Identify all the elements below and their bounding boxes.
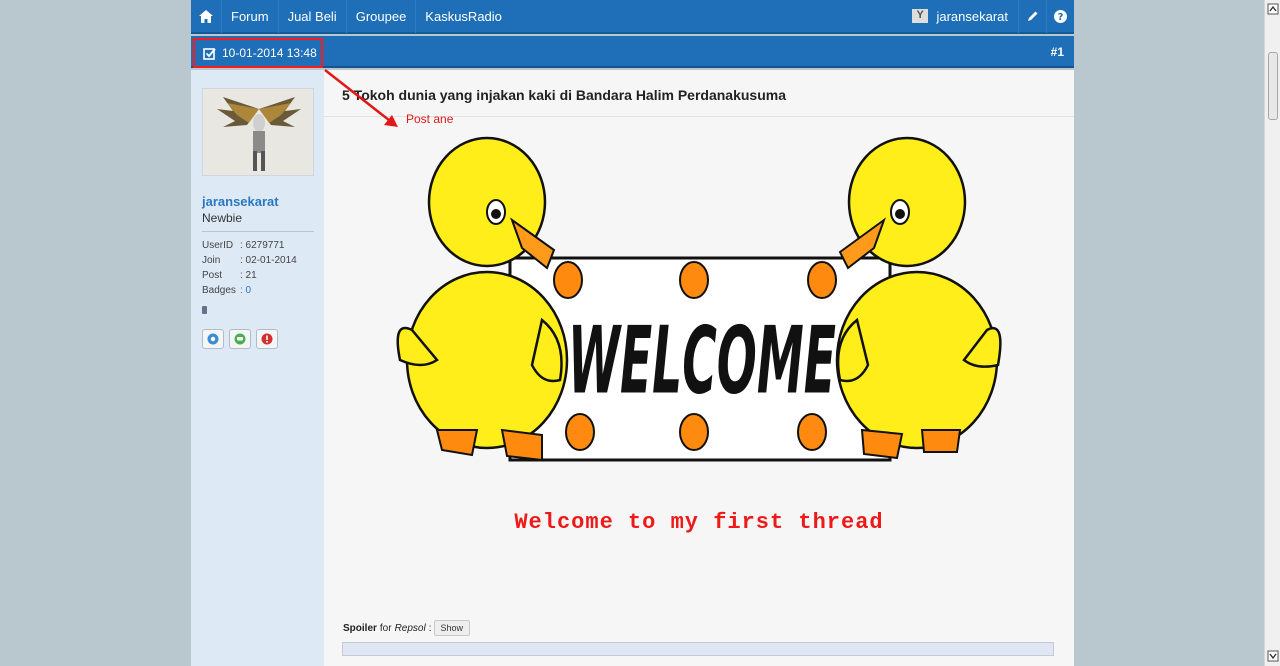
sidebar-divider xyxy=(202,231,314,232)
stat-value: : 6279771 xyxy=(240,240,285,251)
post-header: 10-01-2014 13:48 #1 xyxy=(191,36,1074,68)
nav-right: jaransekarat ? xyxy=(902,0,1074,33)
stat-value: : 02-01-2014 xyxy=(240,255,297,266)
top-nav: Forum Jual Beli Groupee KaskusRadio jara… xyxy=(191,0,1074,34)
stat-label: Post xyxy=(202,270,223,281)
author-username[interactable]: jaransekarat xyxy=(202,194,279,209)
nav-username: jaransekarat xyxy=(936,8,1008,24)
view-profile-button[interactable] xyxy=(202,329,224,349)
user-menu[interactable]: jaransekarat xyxy=(902,0,1018,33)
stat-post: Post : 21 xyxy=(202,268,297,283)
welcome-banner-text: WELCOME xyxy=(568,306,836,414)
checkbox-icon xyxy=(203,47,216,60)
badges-link[interactable]: : 0 xyxy=(240,283,251,298)
stat-label: UserID xyxy=(202,240,234,251)
welcome-message: Welcome to my first thread xyxy=(514,510,884,535)
vertical-scrollbar[interactable] xyxy=(1264,0,1280,666)
author-stats: UserID : 6279771 Join : 02-01-2014 Post … xyxy=(202,238,297,298)
stat-badges: Badges : 0 xyxy=(202,283,297,298)
alert-icon xyxy=(261,333,273,345)
nav-jual-beli[interactable]: Jual Beli xyxy=(277,0,346,33)
svg-text:?: ? xyxy=(1058,12,1064,23)
spoiler-show-button[interactable]: Show xyxy=(433,620,471,636)
reputation-bar xyxy=(202,306,207,314)
stat-join: Join : 02-01-2014 xyxy=(202,253,297,268)
nav-kaskusradio[interactable]: KaskusRadio xyxy=(415,0,511,33)
scroll-up-icon[interactable] xyxy=(1267,3,1279,15)
spoiler-label: Spoiler xyxy=(343,622,377,634)
spoiler-for-text: for xyxy=(379,622,392,634)
scrollbar-thumb[interactable] xyxy=(1268,52,1278,120)
user-avatar-icon xyxy=(912,9,929,23)
post-content: 5 Tokoh dunia yang injakan kaki di Banda… xyxy=(324,70,1074,666)
report-button[interactable] xyxy=(256,329,278,349)
nav-groupee[interactable]: Groupee xyxy=(345,0,416,33)
post-date-highlight: 10-01-2014 13:48 xyxy=(193,38,323,68)
nav-forum[interactable]: Forum xyxy=(221,0,278,33)
stat-value: : 21 xyxy=(240,270,257,281)
spoiler-header: Spoiler for Repsol: Show xyxy=(343,620,471,636)
welcome-image: WELCOME xyxy=(396,136,1002,462)
stat-userid: UserID : 6279771 xyxy=(202,238,297,253)
eye-icon xyxy=(207,333,219,345)
post-date: 10-01-2014 13:48 xyxy=(222,46,317,60)
annotation-label: Post ane xyxy=(406,112,454,126)
scroll-down-icon[interactable] xyxy=(1267,650,1279,662)
avatar[interactable] xyxy=(202,88,314,176)
home-icon[interactable] xyxy=(191,0,221,33)
author-actions xyxy=(202,329,278,349)
pencil-icon[interactable] xyxy=(1018,0,1046,33)
spoiler-box xyxy=(342,642,1054,656)
post-title: 5 Tokoh dunia yang injakan kaki di Banda… xyxy=(342,87,786,103)
author-rank: Newbie xyxy=(202,211,243,225)
post-number[interactable]: #1 xyxy=(1051,45,1064,59)
author-sidebar: jaransekarat Newbie UserID : 6279771 Joi… xyxy=(191,70,324,666)
chat-icon xyxy=(234,333,246,345)
stat-label: Join xyxy=(202,255,221,266)
help-icon[interactable]: ? xyxy=(1046,0,1074,33)
top-nav-bar: Forum Jual Beli Groupee KaskusRadio jara… xyxy=(0,0,1264,34)
spoiler-title: Repsol xyxy=(394,622,426,634)
message-button[interactable] xyxy=(229,329,251,349)
stat-label: Badges xyxy=(202,285,236,296)
